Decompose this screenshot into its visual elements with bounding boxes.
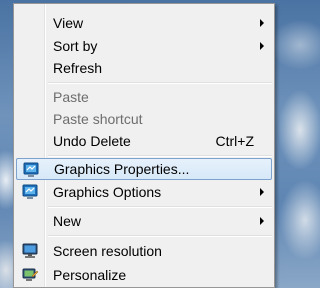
menu-item-label: View bbox=[53, 15, 84, 31]
menu-item-view[interactable]: View bbox=[16, 12, 272, 34]
menu-item-label: Paste shortcut bbox=[53, 111, 143, 127]
submenu-arrow-icon bbox=[260, 188, 264, 196]
menu-item-graphics-options[interactable]: Graphics Options bbox=[16, 181, 272, 203]
desktop-context-menu: View Sort by Refresh Paste Paste shortcu… bbox=[13, 3, 275, 288]
menu-item-sort-by[interactable]: Sort by bbox=[16, 35, 272, 57]
menu-item-label: Sort by bbox=[53, 38, 98, 54]
menu-item-label: Refresh bbox=[53, 60, 103, 76]
menu-item-screen-resolution[interactable]: Screen resolution bbox=[16, 240, 272, 262]
submenu-arrow-icon bbox=[260, 19, 264, 27]
menu-item-label: Graphics Properties... bbox=[54, 161, 190, 177]
menu-item-undo-delete[interactable]: Undo Delete Ctrl+Z bbox=[16, 130, 272, 152]
menu-item-paste[interactable]: Paste bbox=[16, 86, 272, 108]
menu-item-refresh[interactable]: Refresh bbox=[16, 57, 272, 79]
menu-separator bbox=[48, 206, 272, 208]
submenu-arrow-icon bbox=[260, 217, 264, 225]
menu-item-label: Graphics Options bbox=[53, 184, 162, 200]
menu-item-shortcut: Ctrl+Z bbox=[215, 133, 255, 149]
menu-separator bbox=[48, 155, 272, 157]
menu-item-label: Personalize bbox=[53, 267, 127, 283]
menu-separator bbox=[48, 235, 272, 237]
menu-item-personalize[interactable]: Personalize bbox=[16, 264, 272, 286]
menu-separator bbox=[48, 82, 272, 84]
graphics-properties-icon bbox=[23, 162, 39, 178]
menu-item-paste-shortcut[interactable]: Paste shortcut bbox=[16, 108, 272, 130]
menu-item-label: New bbox=[53, 213, 82, 229]
submenu-arrow-icon bbox=[260, 42, 264, 50]
graphics-options-icon bbox=[22, 184, 38, 200]
menu-item-label: Undo Delete bbox=[53, 133, 131, 149]
menu-item-graphics-properties[interactable]: Graphics Properties... bbox=[16, 158, 272, 180]
menu-item-label: Screen resolution bbox=[53, 243, 162, 259]
screen-resolution-icon bbox=[22, 243, 38, 259]
menu-item-new[interactable]: New bbox=[16, 210, 272, 232]
personalize-icon bbox=[22, 267, 39, 283]
menu-item-label: Paste bbox=[53, 89, 89, 105]
